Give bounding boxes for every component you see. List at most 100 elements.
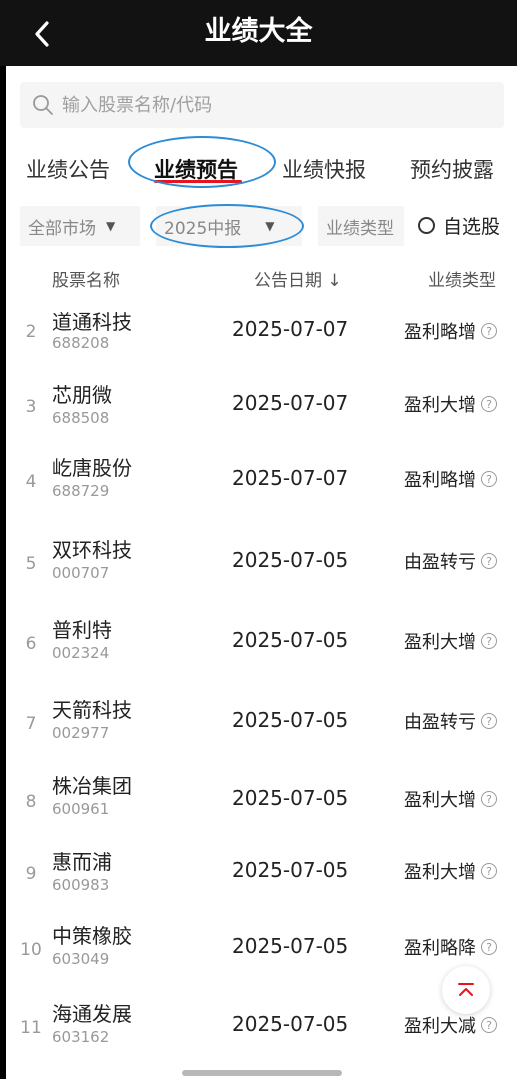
stock-name: 道通科技 <box>52 310 132 334</box>
result-type: 由盈转亏? <box>404 708 497 734</box>
table-row[interactable]: 6 普利特 002324 2025-07-05 盈利大增? <box>6 598 517 678</box>
question-circle-icon[interactable]: ? <box>481 396 497 412</box>
question-circle-icon[interactable]: ? <box>481 323 497 339</box>
home-indicator[interactable] <box>182 1070 342 1076</box>
market-filter[interactable]: 全部市场 ▼ <box>20 206 140 246</box>
row-index: 11 <box>20 1018 42 1038</box>
question-circle-icon[interactable]: ? <box>481 791 497 807</box>
announce-date: 2025-07-05 <box>232 1012 349 1036</box>
search-icon <box>33 95 53 115</box>
watchlist-toggle[interactable]: 自选股 <box>418 212 500 239</box>
result-type-label: 盈利大减 <box>404 1016 476 1037</box>
announce-date: 2025-07-05 <box>232 628 349 652</box>
table-row[interactable]: 8 株冶集团 600961 2025-07-05 盈利大增? <box>6 758 517 834</box>
table-row[interactable]: 11 海通发展 603162 2025-07-05 盈利大减? <box>6 982 517 1058</box>
result-type-label: 盈利大增 <box>404 395 476 416</box>
announce-date: 2025-07-05 <box>232 708 349 732</box>
stock-code: 688508 <box>52 409 110 427</box>
annotation-circle-tab <box>128 136 276 188</box>
question-circle-icon[interactable]: ? <box>481 863 497 879</box>
table-row[interactable]: 3 芯朋微 688508 2025-07-07 盈利大增? <box>6 367 517 440</box>
stock-name: 海通发展 <box>52 1002 132 1026</box>
table-row[interactable]: 9 惠而浦 600983 2025-07-05 盈利大增? <box>6 834 517 906</box>
stock-code: 688208 <box>52 334 110 352</box>
question-circle-icon[interactable]: ? <box>481 1017 497 1033</box>
question-circle-icon[interactable]: ? <box>481 633 497 649</box>
caret-down-icon: ▼ <box>106 219 116 233</box>
row-index: 9 <box>25 864 37 884</box>
stock-name: 双环科技 <box>52 538 132 562</box>
announce-date: 2025-07-07 <box>232 391 349 415</box>
scroll-top-button[interactable] <box>442 966 490 1014</box>
announce-date: 2025-07-05 <box>232 934 349 958</box>
stock-code: 002324 <box>52 644 110 662</box>
content-panel: 业绩公告 业绩预告 业绩快报 预约披露 全部市场 ▼ 2025中报 ▼ 业绩类型… <box>6 66 517 1079</box>
watchlist-label: 自选股 <box>443 216 501 238</box>
question-circle-icon[interactable]: ? <box>481 553 497 569</box>
announce-date: 2025-07-07 <box>232 317 349 341</box>
stock-name: 普利特 <box>52 618 112 642</box>
announce-date: 2025-07-05 <box>232 548 349 572</box>
market-filter-label: 全部市场 <box>28 218 96 239</box>
announce-date: 2025-07-05 <box>232 786 349 810</box>
search-input[interactable] <box>62 94 482 116</box>
row-index: 4 <box>25 472 37 492</box>
result-type-label: 盈利大增 <box>404 632 476 653</box>
result-type-label: 盈利大增 <box>404 790 476 811</box>
table-row[interactable]: 4 屹唐股份 688729 2025-07-07 盈利略增? <box>6 440 517 518</box>
row-index: 6 <box>25 634 37 654</box>
result-type-label: 由盈转亏 <box>404 552 476 573</box>
stock-list: 2 道通科技 688208 2025-07-07 盈利略增? 3 芯朋微 688… <box>6 296 517 1058</box>
tab-express[interactable]: 业绩快报 <box>282 154 366 184</box>
result-type: 盈利略降? <box>404 934 497 960</box>
stock-code: 688729 <box>52 482 110 500</box>
table-row[interactable]: 10 中策橡胶 603049 2025-07-05 盈利略降? <box>6 906 517 982</box>
result-type: 盈利略增? <box>404 466 497 492</box>
stock-code: 000707 <box>52 564 110 582</box>
radio-icon <box>418 217 435 234</box>
table-row[interactable]: 5 双环科技 000707 2025-07-05 由盈转亏? <box>6 518 517 598</box>
result-type: 盈利大增? <box>404 628 497 654</box>
row-index: 5 <box>25 554 37 574</box>
result-type: 盈利略增? <box>404 318 497 344</box>
question-circle-icon[interactable]: ? <box>481 471 497 487</box>
search-box[interactable] <box>20 82 504 128</box>
result-type-label: 由盈转亏 <box>404 712 476 733</box>
row-index: 3 <box>25 397 37 417</box>
stock-name: 天箭科技 <box>52 698 132 722</box>
question-circle-icon[interactable]: ? <box>481 939 497 955</box>
column-header-date[interactable]: 公告日期 ↓ <box>254 266 342 291</box>
tab-announcement[interactable]: 业绩公告 <box>26 154 110 184</box>
row-index: 8 <box>25 792 37 812</box>
stock-name: 中策橡胶 <box>52 924 132 948</box>
result-type: 盈利大增? <box>404 858 497 884</box>
page-title: 业绩大全 <box>204 16 313 47</box>
table-row[interactable]: 7 天箭科技 002977 2025-07-05 由盈转亏? <box>6 678 517 758</box>
stock-name: 屹唐股份 <box>52 456 132 480</box>
stock-code: 002977 <box>52 724 110 742</box>
stock-code: 600983 <box>52 876 110 894</box>
stock-name: 株冶集团 <box>52 774 132 798</box>
stock-code: 600961 <box>52 800 110 818</box>
tab-schedule[interactable]: 预约披露 <box>410 154 494 184</box>
question-circle-icon[interactable]: ? <box>481 713 497 729</box>
result-type-label: 盈利大增 <box>404 862 476 883</box>
result-type-label: 盈利略增 <box>404 470 476 491</box>
type-filter[interactable]: 业绩类型 <box>318 206 404 246</box>
result-type: 由盈转亏? <box>404 548 497 574</box>
stock-code: 603049 <box>52 950 110 968</box>
annotation-circle-filter <box>150 204 304 248</box>
row-index: 7 <box>25 714 37 734</box>
stock-name: 惠而浦 <box>52 850 112 874</box>
result-type: 盈利大增? <box>404 786 497 812</box>
type-filter-label: 业绩类型 <box>326 218 394 239</box>
result-type: 盈利大增? <box>404 391 497 417</box>
result-type-label: 盈利略降 <box>404 938 476 959</box>
row-index: 2 <box>25 322 37 342</box>
result-type-label: 盈利略增 <box>404 322 476 343</box>
arrow-up-icon <box>458 983 474 996</box>
column-header-name: 股票名称 <box>52 271 120 291</box>
result-type: 盈利大减? <box>404 1012 497 1038</box>
table-row[interactable]: 2 道通科技 688208 2025-07-07 盈利略增? <box>6 296 517 367</box>
column-header-type: 业绩类型 <box>428 271 496 291</box>
